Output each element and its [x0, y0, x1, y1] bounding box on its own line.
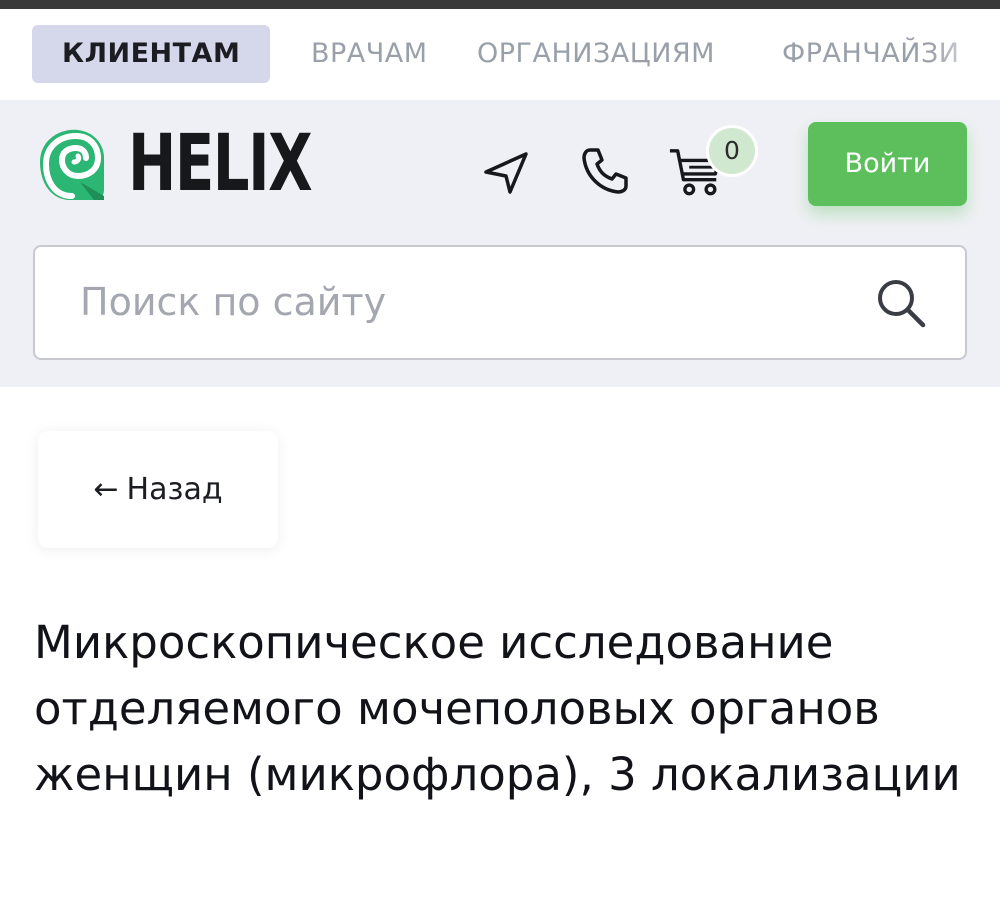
back-button[interactable]: ← Назад [38, 431, 278, 548]
tab-organizations[interactable]: ОРГАНИЗАЦИЯМ [477, 25, 715, 83]
helix-logo[interactable]: HELIX [34, 122, 375, 206]
search-icon[interactable] [875, 277, 927, 329]
search-input[interactable]: Поиск по сайту [33, 245, 967, 360]
logo-wordmark: HELIX [128, 119, 313, 209]
tab-doctors[interactable]: ВРАЧАМ [311, 25, 428, 83]
search-placeholder: Поиск по сайту [80, 280, 387, 324]
login-button[interactable]: Войти [808, 122, 967, 206]
audience-nav: КЛИЕНТАМ ВРАЧАМ ОРГАНИЗАЦИЯМ ФРАНЧАЙЗИ [0, 9, 1000, 100]
location-button[interactable] [478, 144, 534, 200]
cart-count-badge: 0 [706, 125, 758, 177]
back-label: Назад [126, 472, 223, 507]
tab-clients[interactable]: КЛИЕНТАМ [32, 25, 271, 83]
page-title: Микроскопическое исследование отделяемог… [34, 616, 961, 801]
phone-button[interactable] [576, 142, 632, 198]
back-arrow-icon: ← [93, 472, 119, 507]
tab-fade [930, 9, 1000, 100]
site-header: HELIX 0 Войти Поиск по сайту [0, 100, 1000, 387]
phone-icon [582, 148, 628, 194]
helix-logo-icon [40, 129, 104, 200]
location-arrow-icon [484, 152, 528, 194]
status-strip [0, 0, 1000, 9]
